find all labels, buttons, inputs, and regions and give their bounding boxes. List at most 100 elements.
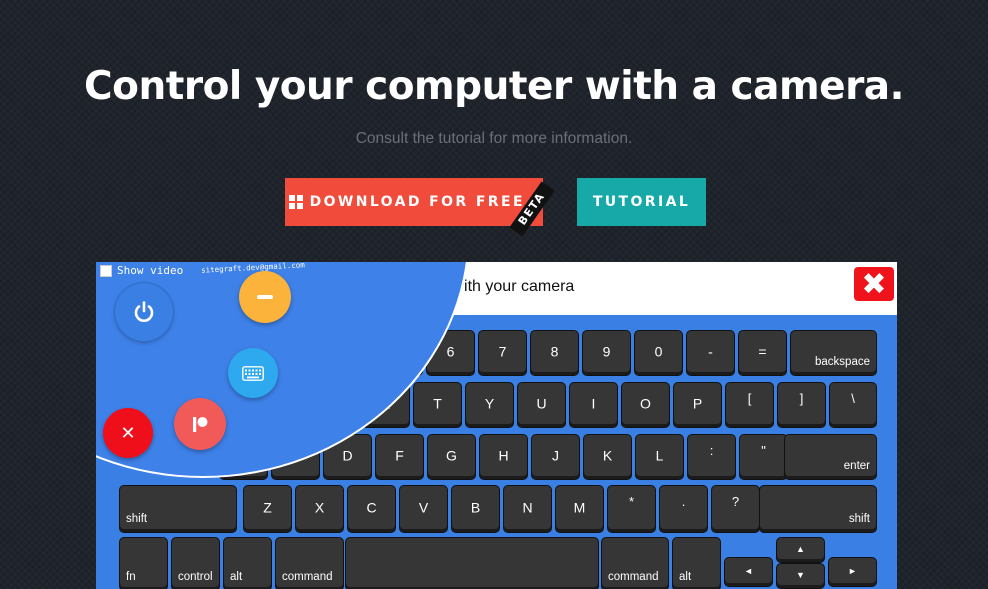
- key-label: G: [446, 447, 457, 464]
- minimize-button[interactable]: [239, 271, 291, 323]
- key-n-row4-6[interactable]: N: [504, 486, 551, 532]
- power-button[interactable]: [115, 283, 173, 341]
- key-down-row5-9[interactable]: ▼: [777, 564, 824, 588]
- key-left-row5-7[interactable]: ◄: [725, 558, 772, 586]
- page-subtitle: Consult the tutorial for more informatio…: [355, 130, 633, 147]
- key-label: ?: [731, 494, 740, 509]
- download-button-label: DOWNLOAD FOR FREE: [309, 194, 525, 210]
- key-label: command: [608, 571, 659, 583]
- close-button[interactable]: ✖: [854, 267, 894, 302]
- key-alt-row5-2[interactable]: alt: [224, 538, 271, 589]
- key-9-row1-5[interactable]: 9: [583, 331, 630, 375]
- key-label: B: [470, 499, 481, 516]
- key-question-row4-10[interactable]: ?: [712, 486, 759, 532]
- key-label: :: [709, 443, 714, 458]
- key-label: L: [655, 447, 664, 464]
- key-backslash-row2-11[interactable]: \: [830, 383, 876, 427]
- key-command-row5-5[interactable]: command: [602, 538, 668, 589]
- page-title: Control your computer with a camera.: [84, 64, 904, 109]
- key-fn-row5-0[interactable]: fn: [120, 538, 167, 589]
- key-b-row4-5[interactable]: B: [452, 486, 499, 532]
- key-rbracket-row2-10[interactable]: ]: [778, 383, 825, 427]
- keyboard-icon: [242, 365, 264, 381]
- key-label: shift: [848, 513, 870, 525]
- key-f-row3-3[interactable]: F: [376, 435, 423, 479]
- key-l-row3-8[interactable]: L: [636, 435, 683, 479]
- key-label: ": [761, 443, 766, 458]
- key-i-row2-6[interactable]: I: [570, 383, 617, 427]
- pause-icon: [193, 417, 208, 432]
- key-7-row1-3[interactable]: 7: [479, 331, 526, 375]
- key-c-row4-3[interactable]: C: [348, 486, 395, 532]
- exit-button[interactable]: ✕: [103, 408, 153, 458]
- key-label: 7: [498, 343, 507, 360]
- show-video-checkbox[interactable]: [100, 264, 112, 277]
- key-m-row4-7[interactable]: M: [556, 486, 603, 532]
- power-icon: [134, 301, 154, 322]
- key-label: J: [552, 447, 559, 464]
- minus-icon: [257, 295, 273, 299]
- key-label: *: [628, 494, 635, 509]
- key-label: M: [573, 499, 586, 516]
- pause-button[interactable]: [174, 398, 226, 450]
- key-label: I: [591, 395, 596, 412]
- close-icon: ✕: [120, 422, 136, 444]
- key-label: alt: [230, 571, 243, 583]
- key-label: X: [314, 499, 325, 516]
- key-command-row5-3[interactable]: command: [276, 538, 343, 589]
- key-label: shift: [126, 513, 148, 525]
- tutorial-button[interactable]: TUTORIAL: [577, 178, 706, 226]
- key-minus-row1-7[interactable]: -: [687, 331, 734, 375]
- key-quote-row3-10[interactable]: ": [740, 435, 787, 479]
- key-p-row2-8[interactable]: P: [674, 383, 721, 427]
- key-j-row3-6[interactable]: J: [532, 435, 579, 479]
- key-t-row2-3[interactable]: T: [414, 383, 461, 427]
- key-right-row5-10[interactable]: ►: [829, 558, 876, 586]
- key-label: alt: [679, 571, 692, 583]
- key-space-row5-4[interactable]: [346, 538, 598, 589]
- key-label: [: [747, 391, 752, 406]
- key-alt-row5-6[interactable]: alt: [673, 538, 720, 589]
- key-label: F: [395, 447, 404, 464]
- key-enter-row3-11[interactable]: enter: [785, 435, 876, 479]
- download-button[interactable]: DOWNLOAD FOR FREE: [285, 178, 543, 226]
- key-backspace-row1-9[interactable]: backspace: [791, 331, 876, 375]
- key-equals-row1-8[interactable]: =: [739, 331, 786, 375]
- key-0-row1-6[interactable]: 0: [635, 331, 682, 375]
- key-label: control: [178, 571, 213, 583]
- key-k-row3-7[interactable]: K: [584, 435, 631, 479]
- key-asterisk-row4-8[interactable]: *: [608, 486, 655, 532]
- key-h-row3-5[interactable]: H: [480, 435, 527, 479]
- key-label: U: [536, 395, 547, 412]
- key-up-row5-8[interactable]: ▲: [777, 538, 824, 562]
- keyboard-button[interactable]: [228, 348, 278, 398]
- key-period-row4-9[interactable]: .: [660, 486, 707, 532]
- key-o-row2-7[interactable]: O: [622, 383, 669, 427]
- key-label: D: [342, 447, 353, 464]
- key-shift-row4-0[interactable]: shift: [120, 486, 236, 532]
- key-g-row3-4[interactable]: G: [428, 435, 475, 479]
- key-label: \: [851, 391, 855, 406]
- key-u-row2-5[interactable]: U: [518, 383, 565, 427]
- key-colon-row3-9[interactable]: :: [688, 435, 735, 479]
- key-label: V: [418, 499, 429, 516]
- key-label: O: [640, 395, 651, 412]
- key-8-row1-4[interactable]: 8: [531, 331, 578, 375]
- key-label: ▲: [796, 544, 805, 554]
- key-label: ►: [848, 566, 857, 576]
- key-label: -: [708, 343, 713, 360]
- key-label: enter: [843, 460, 870, 472]
- show-video-toggle[interactable]: Show video: [100, 264, 183, 277]
- key-z-row4-1[interactable]: Z: [244, 486, 291, 532]
- key-label: Z: [263, 499, 272, 516]
- key-control-row5-1[interactable]: control: [172, 538, 219, 589]
- key-v-row4-4[interactable]: V: [400, 486, 447, 532]
- key-label: ]: [799, 391, 804, 406]
- key-y-row2-4[interactable]: Y: [466, 383, 513, 427]
- key-x-row4-2[interactable]: X: [296, 486, 343, 532]
- key-lbracket-row2-9[interactable]: [: [726, 383, 773, 427]
- key-label: fn: [126, 571, 136, 583]
- key-shift-row4-11[interactable]: shift: [760, 486, 876, 532]
- key-label: N: [522, 499, 533, 516]
- app-screenshot: Control your cursor with your camera ✖ 4…: [96, 262, 897, 589]
